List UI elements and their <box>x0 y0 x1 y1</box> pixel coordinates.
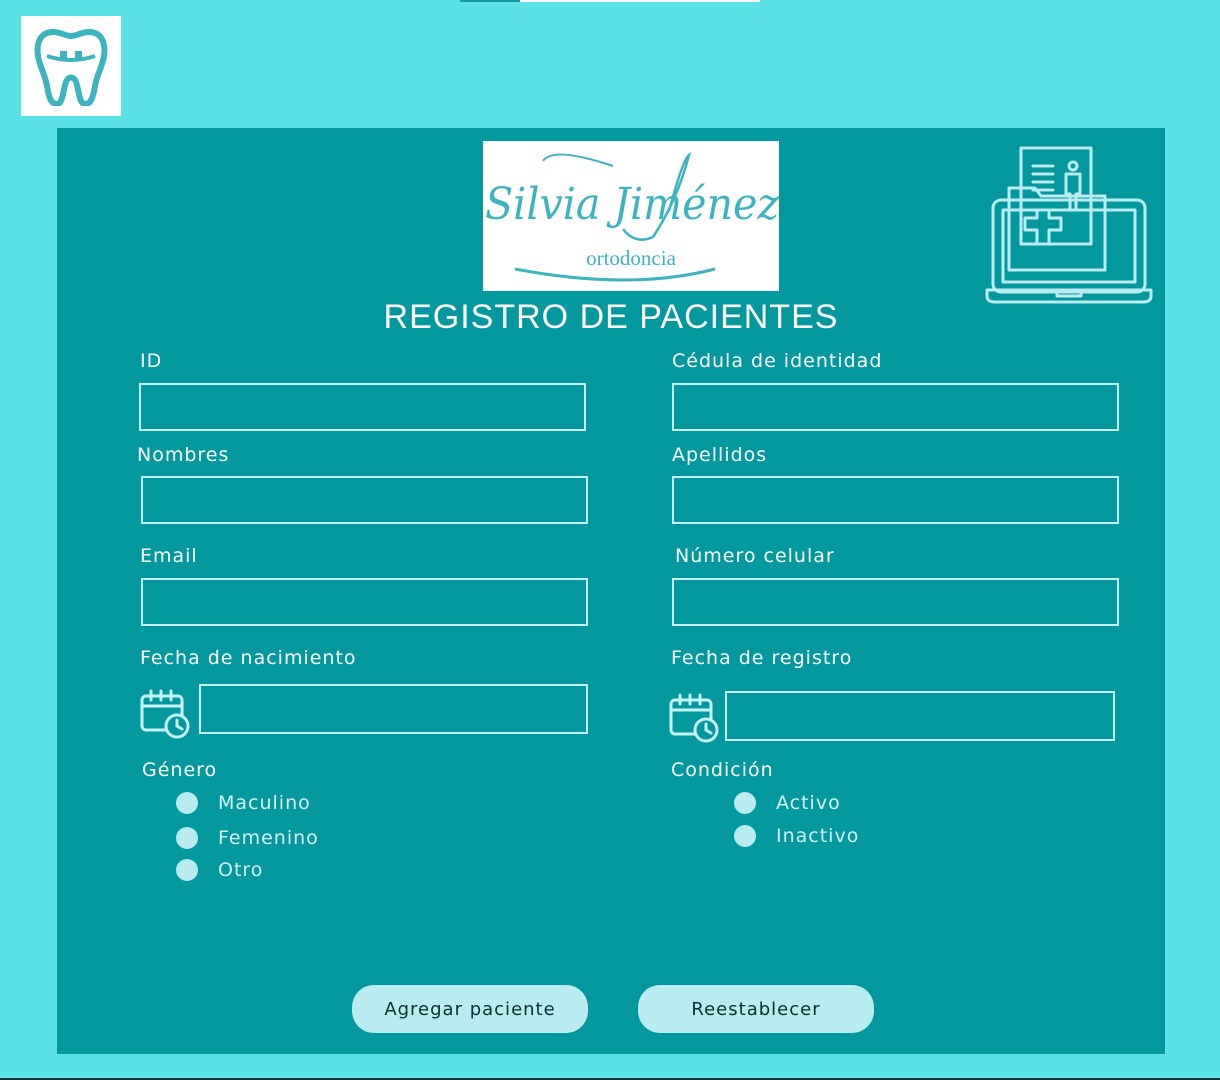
condicion-label: Condición <box>671 759 774 781</box>
medical-records-laptop-icon <box>985 146 1153 304</box>
brand-name: Silvia Jiménez <box>485 179 779 230</box>
id-input[interactable] <box>139 383 586 431</box>
radio-button[interactable] <box>176 792 198 814</box>
tooth-logo <box>21 16 121 116</box>
radio-label: Otro <box>218 859 264 881</box>
apellidos-label: Apellidos <box>672 444 768 466</box>
radio-label: Maculino <box>218 792 311 814</box>
reset-button[interactable]: Reestablecer <box>638 985 874 1033</box>
radio-button[interactable] <box>734 825 756 847</box>
fecha-registro-label: Fecha de registro <box>671 647 853 669</box>
nombres-input[interactable] <box>141 476 588 524</box>
top-strip <box>520 0 760 2</box>
id-label: ID <box>140 350 163 372</box>
brand-logo: Silvia Jiménez ortodoncia <box>483 141 779 291</box>
radio-label: Femenino <box>218 827 319 849</box>
fecha-nacimiento-input[interactable] <box>199 684 588 734</box>
calendar-clock-icon[interactable] <box>668 693 720 743</box>
add-patient-button[interactable]: Agregar paciente <box>352 985 588 1033</box>
cedula-label: Cédula de identidad <box>672 350 883 372</box>
email-input[interactable] <box>141 578 588 626</box>
radio-button[interactable] <box>176 827 198 849</box>
fecha-nacimiento-label: Fecha de nacimiento <box>140 647 357 669</box>
radio-button[interactable] <box>176 859 198 881</box>
registration-panel: Silvia Jiménez ortodoncia REGISTRO DE PA… <box>57 128 1165 1054</box>
condicion-option-activo[interactable]: Activo <box>734 792 841 814</box>
apellidos-input[interactable] <box>672 476 1119 524</box>
celular-label: Número celular <box>675 545 835 567</box>
genero-label: Género <box>142 759 218 781</box>
radio-button[interactable] <box>734 792 756 814</box>
fecha-registro-input[interactable] <box>725 691 1115 741</box>
celular-input[interactable] <box>672 578 1119 626</box>
genero-option-femenino[interactable]: Femenino <box>176 827 319 849</box>
page-title: REGISTRO DE PACIENTES <box>383 298 839 336</box>
radio-label: Inactivo <box>776 825 860 847</box>
email-label: Email <box>140 545 198 567</box>
radio-label: Activo <box>776 792 841 814</box>
genero-option-maculino[interactable]: Maculino <box>176 792 311 814</box>
condicion-option-inactivo[interactable]: Inactivo <box>734 825 859 847</box>
brand-tagline: ortodoncia <box>586 246 676 270</box>
tooth-braces-icon <box>34 29 108 106</box>
genero-option-otro[interactable]: Otro <box>176 859 263 881</box>
calendar-clock-icon[interactable] <box>139 689 191 739</box>
cedula-input[interactable] <box>672 383 1119 431</box>
top-strip <box>460 0 520 2</box>
nombres-label: Nombres <box>137 444 230 466</box>
